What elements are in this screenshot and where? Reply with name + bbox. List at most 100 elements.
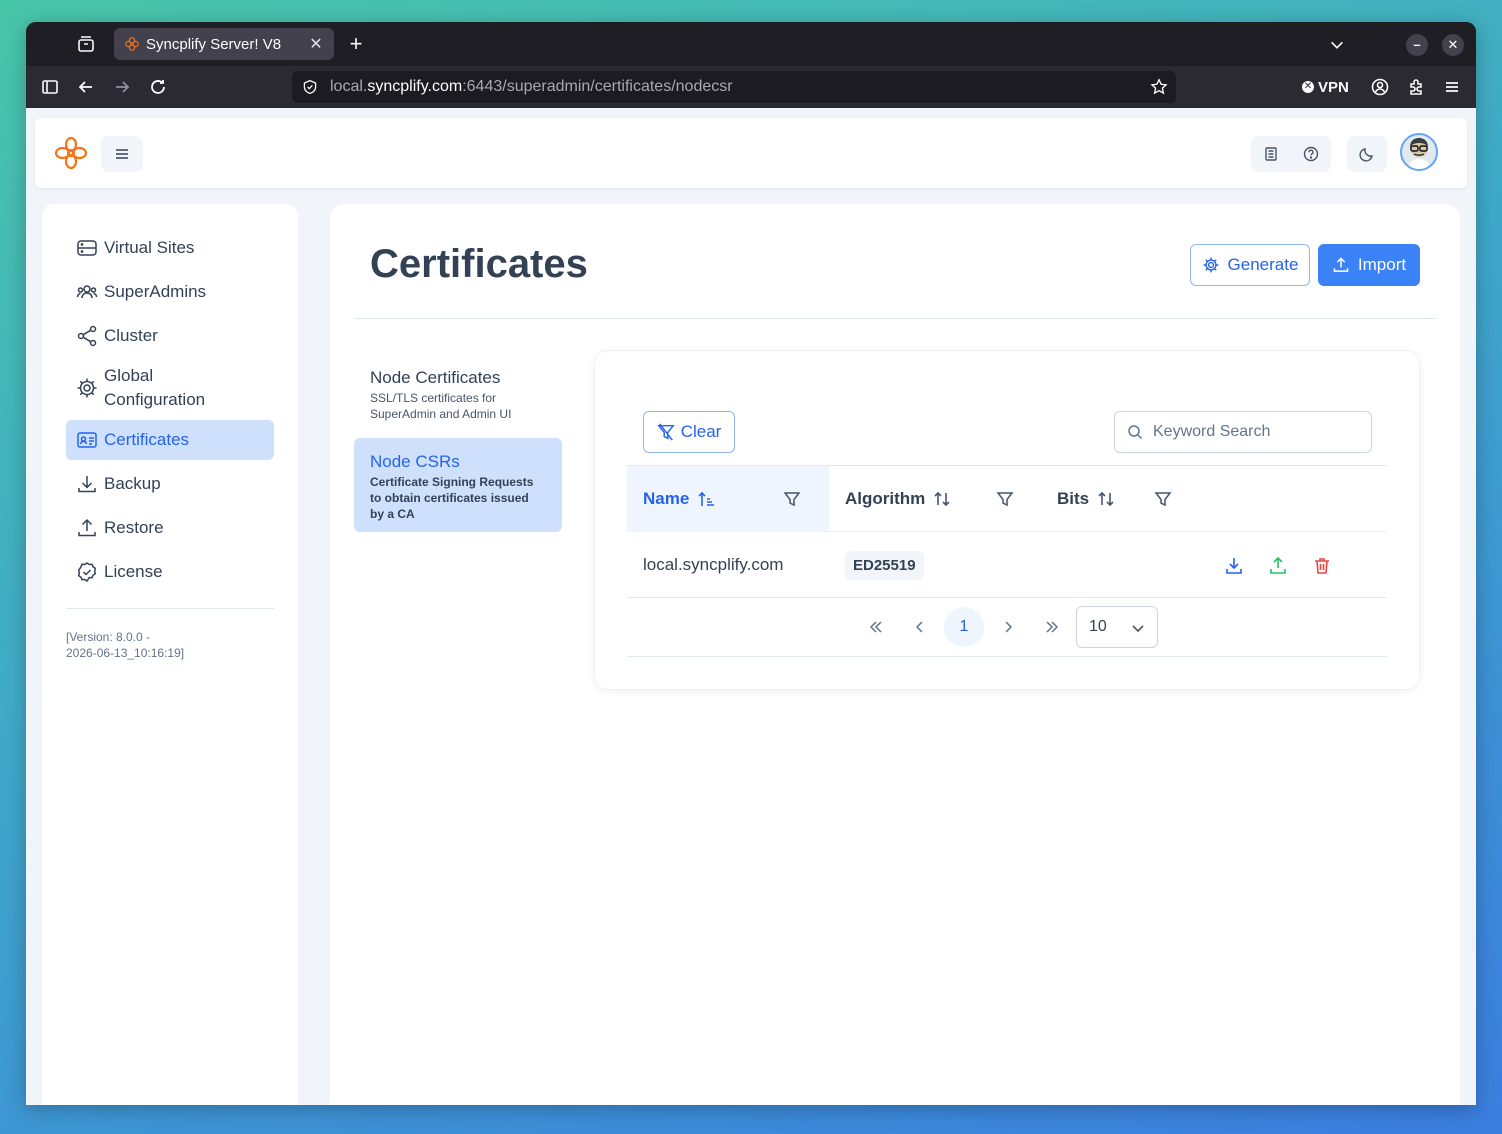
search-icon [1128,425,1143,440]
search-input[interactable] [1153,423,1353,441]
import-button[interactable]: Import [1318,244,1420,286]
cell-algorithm: ED25519 [845,532,924,598]
sidebar-item-label: Backup [104,474,161,493]
gear-icon [77,378,97,398]
subnav-title: Node CSRs [370,452,460,471]
certificates-subnav: Node Certificates SSL/TLS certificates f… [354,354,562,538]
vpn-label: VPN [1318,78,1349,96]
sort-icon[interactable] [1097,490,1115,508]
sidebar-item-certificates[interactable]: Certificates [66,420,274,460]
csr-table-card: Clear Name [594,350,1420,690]
chevron-down-icon[interactable] [1328,36,1346,54]
hamburger-menu-button[interactable] [101,136,143,172]
sort-ascending-icon[interactable] [697,490,715,508]
url-host: syncplify.com [367,78,463,95]
avatar-face-icon [1407,138,1431,169]
forward-arrow-icon[interactable] [112,77,132,97]
browser-tab[interactable]: Syncplify Server! V8 ✕ [114,28,334,60]
algorithm-badge: ED25519 [845,550,924,580]
cell-name: local.syncplify.com [643,555,784,574]
filter-icon[interactable] [996,490,1014,508]
vpn-off-icon: ✕ [1302,81,1314,93]
clear-filters-button[interactable]: Clear [643,411,735,453]
vpn-button[interactable]: ✕ VPN [1302,76,1349,98]
column-header-name[interactable]: Name [627,466,829,532]
header-actions-group [1251,136,1331,172]
url-bar[interactable]: local. syncplify.com:6443/superadmin/cert… [292,71,1176,103]
first-page-icon[interactable] [856,607,896,647]
rows-per-page-select[interactable]: 10 [1076,606,1158,648]
tab-overview-icon[interactable] [76,34,96,54]
generate-button[interactable]: Generate [1190,244,1310,286]
upload-icon[interactable] [1268,556,1288,576]
chevron-down-icon [1132,625,1144,633]
keyword-search[interactable] [1114,411,1372,453]
back-arrow-icon[interactable] [76,77,96,97]
column-label: Name [643,489,690,508]
moon-icon [1359,148,1373,162]
reload-icon[interactable] [148,77,168,97]
rows-per-page-value: 10 [1089,618,1107,635]
sidebar-item-cluster[interactable]: Cluster [66,316,274,356]
syncplify-favicon-icon [125,37,139,51]
account-icon[interactable] [1370,77,1390,97]
dark-mode-button[interactable] [1347,136,1387,172]
page-content: Virtual Sites SuperAdmins Cluster Global… [26,108,1476,1105]
page-title: Certificates [370,242,588,286]
column-header-bits[interactable]: Bits [1057,466,1207,532]
filter-icon[interactable] [1154,490,1172,508]
download-icon[interactable] [1224,556,1244,576]
prev-page-icon[interactable] [900,607,940,647]
version-line-1: [Version: 8.0.0 - [66,630,151,644]
table-header: Name Algorithm Bits [627,465,1387,532]
sidebar-item-label: Restore [104,518,164,537]
minimize-icon[interactable]: – [1406,34,1428,56]
tab-title: Syncplify Server! V8 [146,35,282,53]
document-icon[interactable] [1263,146,1279,162]
sidebar-item-global-configuration[interactable]: Global Configuration [66,360,274,416]
sidebar-item-label: Virtual Sites [104,238,195,257]
new-tab-icon[interactable]: + [344,32,368,56]
tab-close-icon[interactable]: ✕ [308,34,324,54]
sort-icon[interactable] [933,490,951,508]
column-header-algorithm[interactable]: Algorithm [845,466,1041,532]
extensions-icon[interactable] [1406,77,1426,97]
subnav-description: Certificate Signing Requests to obtain c… [370,475,534,521]
sidebar-item-superadmins[interactable]: SuperAdmins [66,272,274,312]
main-panel: Certificates Generate Import Node Certif… [330,204,1460,1105]
column-label: Bits [1057,489,1090,508]
upload-icon [78,518,96,537]
close-window-icon[interactable]: ✕ [1442,34,1464,56]
check-circle-icon [77,562,97,583]
sidebar-item-backup[interactable]: Backup [66,464,274,504]
sidebar-item-label: SuperAdmins [104,282,207,301]
generate-label: Generate [1227,255,1299,274]
server-icon [77,240,97,256]
subnav-node-certificates[interactable]: Node Certificates SSL/TLS certificates f… [354,354,562,432]
navigation-bar: local. syncplify.com:6443/superadmin/cert… [26,66,1476,108]
filter-icon[interactable] [783,490,801,508]
avatar[interactable] [1400,133,1438,171]
sidebar-item-restore[interactable]: Restore [66,508,274,548]
sidebar-toggle-icon[interactable] [40,77,60,97]
next-page-icon[interactable] [988,607,1028,647]
last-page-icon[interactable] [1032,607,1072,647]
subnav-node-csrs[interactable]: Node CSRs Certificate Signing Requests t… [354,438,562,532]
shield-icon[interactable] [302,79,318,95]
tab-strip: Syncplify Server! V8 ✕ + – ✕ [26,22,1476,66]
trash-icon[interactable] [1312,556,1332,576]
subnav-description: SSL/TLS certificates for SuperAdmin and … [370,391,512,421]
clear-label: Clear [680,422,722,441]
menu-icon[interactable] [1442,77,1462,97]
version-line-2: 2026-06-13_10:16:19] [66,646,185,660]
sidebar: Virtual Sites SuperAdmins Cluster Global… [42,204,298,1105]
gear-icon [1203,257,1218,273]
page-button-current[interactable]: 1 [944,607,984,647]
sidebar-item-license[interactable]: License [66,552,274,592]
share-icon [77,325,97,347]
help-icon[interactable] [1303,146,1319,162]
url-path: :6443/superadmin/certificates/nodecsr [462,78,733,95]
sidebar-item-virtual-sites[interactable]: Virtual Sites [66,228,274,268]
bookmark-star-icon[interactable] [1150,78,1168,96]
sidebar-divider [66,608,274,609]
